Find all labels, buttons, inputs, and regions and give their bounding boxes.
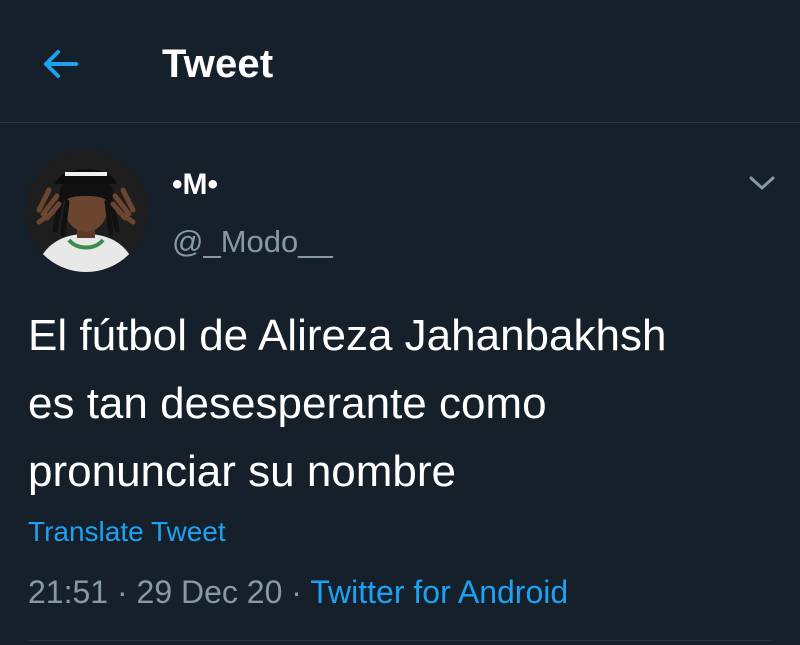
author-handle[interactable]: @_Modo__ [172, 222, 333, 262]
divider [28, 640, 772, 641]
tweet-time: 21:51 [28, 574, 109, 610]
more-options-button[interactable] [744, 168, 780, 198]
meta-separator: · [282, 574, 311, 610]
avatar[interactable] [25, 150, 147, 272]
profile-photo [25, 150, 147, 272]
tweet-meta: 21:51 · 29 Dec 20 · Twitter for Android [28, 571, 568, 613]
top-app-bar: Tweet [0, 0, 800, 123]
meta-separator: · [108, 574, 137, 610]
arrow-left-icon [44, 50, 78, 78]
tweet-detail-screen: Tweet •M• @_Modo__ El fútbol de Alireza … [0, 0, 800, 645]
tweet-text: El fútbol de Alireza Jahanbakhsh es tan … [28, 311, 667, 496]
tweet-source-link[interactable]: Twitter for Android [310, 574, 568, 610]
translate-tweet-link[interactable]: Translate Tweet [28, 513, 226, 551]
author-display-name[interactable]: •M• [172, 166, 218, 204]
tweet-date: 29 Dec 20 [136, 574, 283, 610]
chevron-down-icon [749, 176, 775, 190]
page-title: Tweet [162, 42, 274, 86]
back-button[interactable] [36, 40, 84, 88]
